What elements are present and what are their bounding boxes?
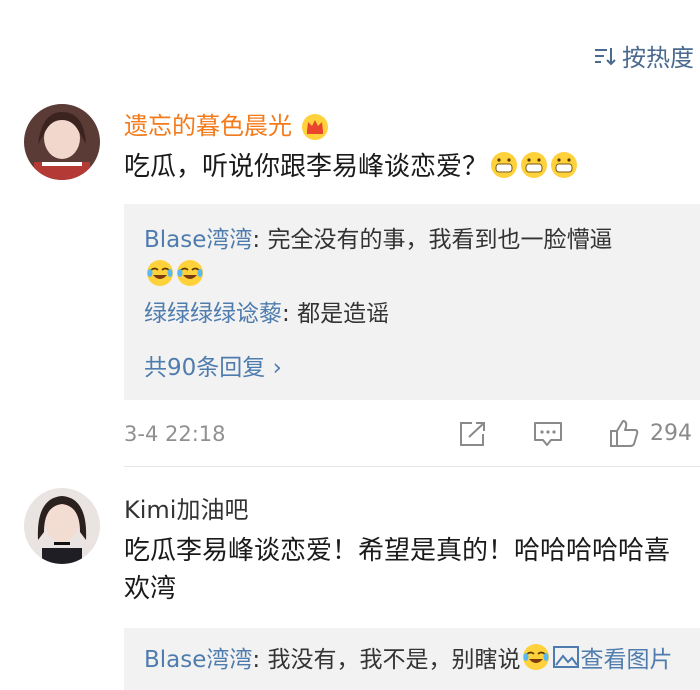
reply-separator: : [282,301,298,327]
reply-separator: : [252,647,268,673]
share-button[interactable] [458,420,488,448]
sort-icon [595,47,616,65]
sort-by-hot-button[interactable]: 按热度 [594,38,694,73]
crown-badge-icon [302,114,328,140]
laugh-cry-emoji-icon [147,260,173,286]
reply-button[interactable] [532,420,564,448]
comment-text-content: 吃瓜，听说你跟李易峰谈恋爱？ [124,152,489,182]
grin-emoji-icon [491,152,518,178]
divider [124,466,700,467]
reply-separator: : [252,227,268,253]
comment-text: 吃瓜，听说你跟李易峰谈恋爱？ [124,148,692,186]
like-count: 294 [650,420,692,446]
reply-item: Blase湾湾: 完全没有的事，我看到也一脸懵逼 [144,222,690,294]
reply-box[interactable]: Blase湾湾: 完全没有的事，我看到也一脸懵逼 绿绿绿绿谂藜: 都是造谣 共9… [124,204,700,400]
comment-username[interactable]: 遗忘的暮色晨光 [124,106,330,142]
laugh-cry-emoji-icon [523,644,550,670]
more-replies-link[interactable]: 共90条回复 › [144,348,282,382]
sort-label: 按热度 [622,44,694,72]
grin-emoji-icon [551,152,578,178]
like-button[interactable]: 294 [608,418,692,448]
reply-text: 我没有，我不是，别瞎说 [267,647,521,673]
comment-timestamp: 3-4 22:18 [124,422,226,446]
reply-text: 完全没有的事，我看到也一脸懵逼 [267,227,613,253]
reply-text: 都是造谣 [297,301,390,327]
reply-author[interactable]: Blase湾湾 [144,647,252,673]
view-image-text: 查看图片 [580,647,673,673]
reply-item: 绿绿绿绿谂藜: 都是造谣 [144,296,690,332]
comment-username[interactable]: Kimi加油吧 [124,490,248,525]
avatar[interactable] [24,104,100,180]
username-text: 遗忘的暮色晨光 [124,112,292,140]
grin-emoji-icon [521,152,548,178]
reply-author[interactable]: 绿绿绿绿谂藜 [144,301,282,327]
reply-item: Blase湾湾: 我没有，我不是，别瞎说 查看图片 [144,642,690,678]
comment-text: 吃瓜李易峰谈恋爱！希望是真的！哈哈哈哈哈喜欢湾 [124,536,671,604]
thumbs-up-icon [610,420,639,447]
laugh-cry-emoji-icon [177,260,203,286]
image-icon [553,646,580,668]
view-image-link[interactable]: 查看图片 [550,646,673,673]
comment-icon [534,422,562,446]
avatar[interactable] [24,488,100,564]
reply-author[interactable]: Blase湾湾 [144,227,252,253]
share-icon [460,422,485,446]
reply-box[interactable]: Blase湾湾: 我没有，我不是，别瞎说 查看图片 [124,628,700,690]
